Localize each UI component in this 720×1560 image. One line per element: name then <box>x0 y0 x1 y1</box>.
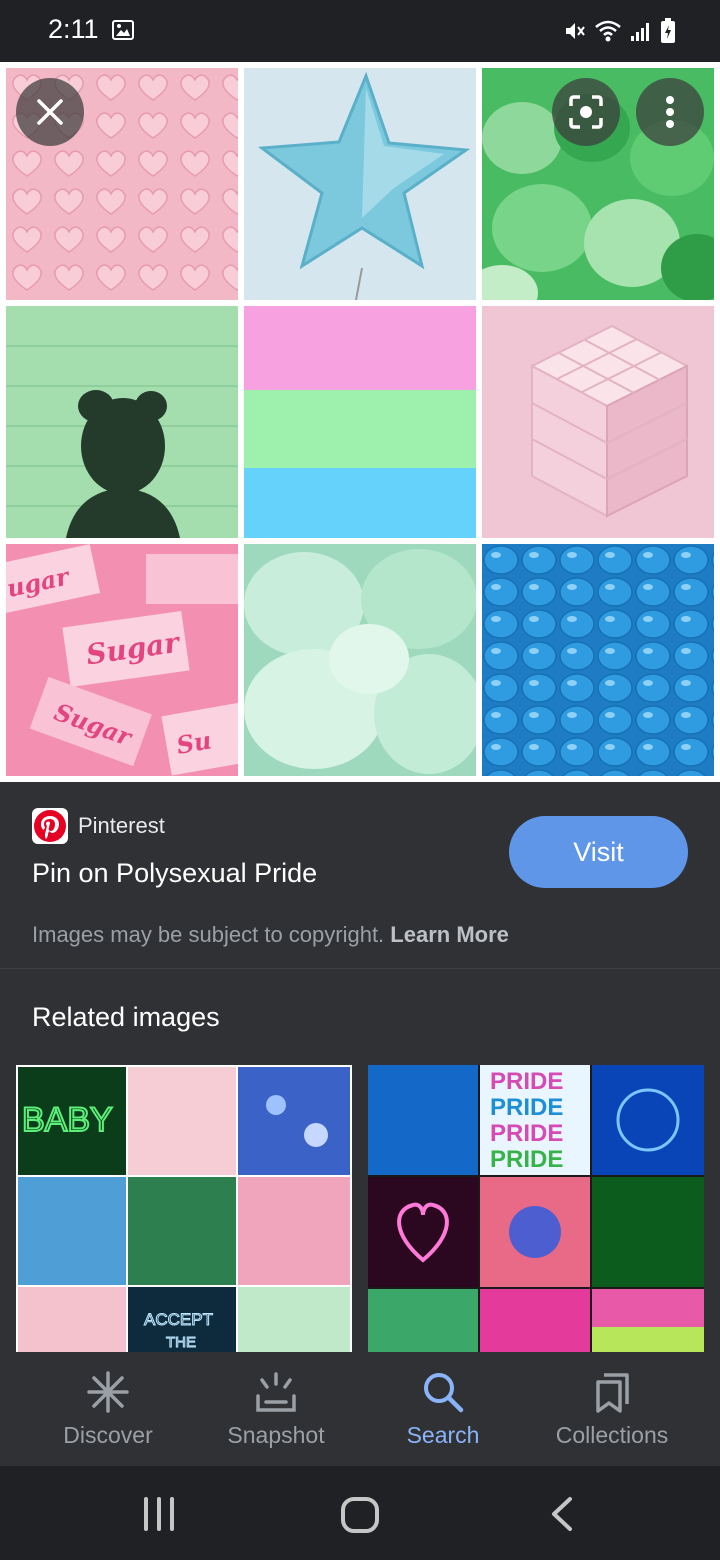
visit-button[interactable]: Visit <box>509 816 688 888</box>
svg-text:PRIDE: PRIDE <box>490 1094 563 1121</box>
source-row[interactable]: Pinterest <box>32 808 165 844</box>
svg-text:Su: Su <box>174 725 213 760</box>
mint-ice-cream-tile <box>244 544 476 776</box>
pinterest-logo-icon <box>32 808 68 844</box>
asterisk-icon <box>87 1371 129 1413</box>
back-icon[interactable] <box>548 1496 576 1532</box>
nav-collections-label: Collections <box>555 1422 669 1448</box>
nav-discover[interactable]: Discover <box>18 1352 198 1466</box>
status-bar: 2:11 <box>0 0 720 62</box>
polysexual-flag-tile <box>244 306 476 538</box>
snapshot-icon <box>256 1372 296 1412</box>
svg-text:PRIDE: PRIDE <box>490 1146 563 1173</box>
home-icon[interactable] <box>340 1496 380 1534</box>
gallery-notification-icon <box>112 20 134 40</box>
pink-cube-tile <box>482 306 714 538</box>
more-options-button[interactable] <box>636 78 704 146</box>
signal-icon <box>631 23 649 41</box>
status-time: 2:11 <box>48 14 99 44</box>
nav-snapshot-label: Snapshot <box>227 1422 325 1448</box>
related-image-1[interactable]: BABY ACCEPT THE <box>16 1065 352 1352</box>
svg-text:THE: THE <box>166 1334 196 1351</box>
related-images-heading: Related images <box>32 1002 220 1032</box>
related-image-2[interactable]: PRIDE PRIDE PRIDE PRIDE <box>368 1065 704 1352</box>
sugar-packets-tile: Sugar Sugar ugar Su <box>6 544 238 776</box>
svg-text:PRIDE: PRIDE <box>490 1068 563 1095</box>
nav-snapshot[interactable]: Snapshot <box>186 1352 366 1466</box>
nav-search[interactable]: Search <box>353 1352 533 1466</box>
copyright-notice: Images may be subject to copyright. Lear… <box>32 922 509 948</box>
lens-icon <box>569 95 603 129</box>
recent-apps-icon[interactable] <box>140 1496 178 1532</box>
svg-text:PRIDE: PRIDE <box>490 1120 563 1147</box>
copyright-text: Images may be subject to copyright. <box>32 922 385 947</box>
blue-star-balloon-tile <box>244 68 476 300</box>
divider <box>0 968 720 969</box>
lens-button[interactable] <box>552 78 620 146</box>
close-icon <box>37 99 63 125</box>
svg-text:BABY: BABY <box>22 1101 113 1139</box>
nav-discover-label: Discover <box>63 1422 153 1448</box>
more-vert-icon <box>666 96 674 128</box>
status-icons <box>562 18 676 44</box>
nav-collections[interactable]: Collections <box>522 1352 702 1466</box>
nav-search-label: Search <box>406 1422 480 1448</box>
svg-text:ACCEPT: ACCEPT <box>144 1310 213 1329</box>
search-icon <box>424 1373 464 1413</box>
result-title[interactable]: Pin on Polysexual Pride <box>32 858 317 889</box>
mute-icon <box>566 23 585 39</box>
green-wall-silhouette-tile <box>6 306 238 538</box>
main-image[interactable]: Sugar Sugar ugar Su <box>0 62 720 782</box>
collections-icon <box>596 1373 629 1413</box>
blue-candies-tile <box>482 544 714 776</box>
learn-more-link[interactable]: Learn More <box>390 922 509 947</box>
close-button[interactable] <box>16 78 84 146</box>
wifi-icon <box>595 20 621 42</box>
result-info: Pinterest Pin on Polysexual Pride Visit … <box>0 782 720 968</box>
system-navigation-bar <box>0 1466 720 1560</box>
battery-icon <box>661 18 675 43</box>
bottom-navigation: Discover Snapshot Search Collections <box>0 1352 720 1466</box>
source-name: Pinterest <box>78 813 165 838</box>
